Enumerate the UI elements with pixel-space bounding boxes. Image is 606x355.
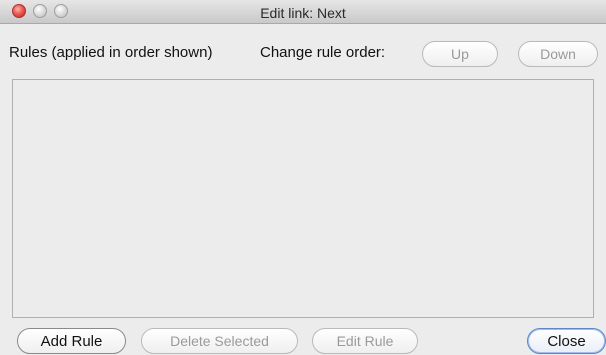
rules-list[interactable] (12, 79, 594, 318)
add-rule-button[interactable]: Add Rule (17, 328, 126, 354)
up-button[interactable]: Up (422, 41, 498, 67)
down-button[interactable]: Down (518, 41, 598, 67)
rules-label: Rules (applied in order shown) (9, 44, 213, 61)
edit-rule-button[interactable]: Edit Rule (312, 328, 418, 354)
change-rule-order-label: Change rule order: (260, 44, 386, 61)
title-bar[interactable]: Edit link: Next (0, 0, 606, 24)
close-button[interactable]: Close (527, 328, 606, 354)
window-title: Edit link: Next (260, 5, 346, 21)
delete-selected-button[interactable]: Delete Selected (141, 328, 298, 354)
